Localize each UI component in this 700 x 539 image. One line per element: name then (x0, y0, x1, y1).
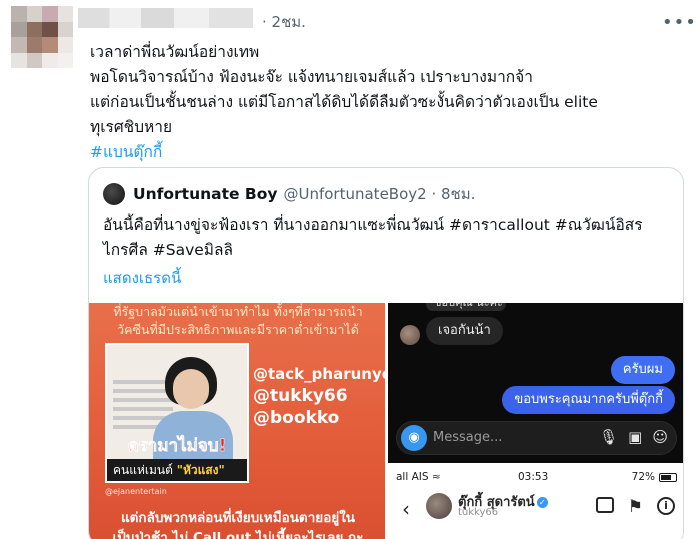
tweet-text-line: พอโดนวิจารณ์บ้าง ฟ้องนะจ๊ะ แจ้งทนายเจมส์… (90, 68, 533, 86)
quoted-text-line: อันนี้คือที่นางขู่จะฟ้องเรา ที่นางออกมาแ… (103, 216, 643, 234)
tweet-timestamp[interactable]: · 2ชม. (262, 10, 306, 34)
handle-text: @tack_pharunyoo (253, 365, 385, 383)
dm-composer-icons: 🎙 ▣ ☺ (599, 428, 668, 446)
comment-strip: คนแห่เมนต์ "หัวแสง" (107, 459, 247, 481)
media-image-right[interactable]: ขอบคุณ นะคะ เจอกันน้า ครับผม ขอบพระคุณมา… (388, 303, 683, 539)
verified-badge-icon: ✓ (536, 497, 548, 508)
drama-banner-text: ดรามาไม่จบ! (127, 436, 227, 457)
handle-text: @bookko (253, 408, 340, 428)
dm-sent-message: ครับผม (610, 356, 675, 384)
battery-indicator: 72% (632, 471, 677, 483)
instagram-profile-header: all AIS ≈ 03:53 72% ‹ ตุ๊กกี้ สุดารัตน์ ✓… (388, 465, 683, 539)
dm-screenshot: ขอบคุณ นะคะ เจอกันน้า ครับผม ขอบพระคุณมา… (388, 303, 683, 463)
tweet-text-line: เวลาด่าพี่ณวัฒน์อย่างเทพ (90, 43, 260, 61)
profile-avatar (426, 493, 452, 519)
image-caption-bottom: แต่กลับพวกหล่อนที่เงียบเหมือนตายอยู่ใน เ… (97, 508, 379, 539)
quoted-text-line: ไกรศีล #Saveมิลลิ (103, 241, 234, 259)
info-icon: i (657, 497, 675, 515)
comment-prefix: คนแห่เมนต์ (113, 463, 173, 477)
quoted-tweet-header: Unfortunate Boy @UnfortunateBoy2 · 8ชม. (103, 182, 475, 206)
tweet-text-line: ทุเรศชิบหาย (90, 118, 173, 136)
dm-sent-message: ขอบพระคุณมากครับพี่ตุ๊กกี้ (502, 386, 675, 414)
comment-highlight: "หัวแสง" (176, 463, 225, 477)
battery-text: 72% (631, 471, 655, 483)
battery-icon (659, 472, 677, 482)
quoted-user-name[interactable]: Unfortunate Boy (133, 185, 277, 203)
more-horizontal-icon[interactable]: ••• (662, 12, 697, 33)
dm-message-fragment: ขอบคุณ นะคะ (426, 303, 506, 311)
handle-text: @tukky66 (253, 386, 348, 406)
tweet-text-line: แต่ก่อนเป็นชั้นชนล่าง แต่มีโอกาสได้ดิบได… (90, 93, 598, 111)
status-clock: 03:53 (518, 471, 549, 483)
flag-icon: ⚑ (627, 497, 643, 517)
image-caption-line: ที่รัฐบาลมัวแต่นำเข้ามาทำไม ทั้งๆที่สามา… (113, 304, 363, 319)
blurred-display-name[interactable] (78, 8, 253, 28)
sticker-icon: ☺ (652, 428, 668, 446)
quoted-user-handle[interactable]: @UnfortunateBoy2 · 8ชม. (283, 182, 475, 206)
news-graphic: ดรามาไม่จบ! คนแห่เมนต์ "หัวแสง" (105, 343, 249, 483)
image-caption-top: ที่รัฐบาลมัวแต่นำเข้ามาทำไม ทั้งๆที่สามา… (97, 303, 379, 339)
dm-received-message: เจอกันน้า (426, 317, 503, 345)
image-credit: @ejanentertain (105, 487, 167, 496)
image-caption-line: แต่กลับพวกหล่อนที่เงียบเหมือนตายอยู่ใน (120, 510, 356, 526)
hashtag-link[interactable]: #แบนตุ๊กกี้ (90, 140, 690, 165)
phone-status-bar: all AIS ≈ 03:53 72% (396, 471, 677, 485)
handles-list: @tack_pharunyoo @tukky66 @bookko (253, 363, 385, 429)
image-caption-line: เป็นป่าช้า ไม่ Call out ไม่เหี้ยอะไรเลย … (112, 530, 364, 539)
quoted-tweet-text: อันนี้คือที่นางขู่จะฟ้องเรา ที่นางออกมาแ… (103, 213, 673, 263)
tweet-text: เวลาด่าพี่ณวัฒน์อย่างเทพ พอโดนวิจารณ์บ้า… (90, 40, 690, 165)
carrier-text: all AIS ≈ (396, 471, 441, 483)
microphone-icon: 🎙 (599, 428, 619, 446)
image-icon: ▣ (628, 428, 643, 446)
instagram-nav-bar: ‹ ตุ๊กกี้ สุดารัตน์ ✓ tukky66 ⚑ i (388, 489, 683, 529)
dm-message-placeholder: Message... (433, 430, 503, 445)
user-avatar[interactable] (11, 6, 73, 68)
dm-avatar (400, 325, 420, 345)
camera-icon: ◉ (401, 425, 427, 451)
quoted-tweet-card[interactable]: Unfortunate Boy @UnfortunateBoy2 · 8ชม. … (88, 167, 684, 539)
profile-actions: ⚑ i (595, 497, 675, 517)
image-caption-line: วัคซีนที่มีประสิทธิภาพและมีราคาต่ำเข้ามา… (117, 322, 359, 337)
media-image-left[interactable]: ที่รัฐบาลมัวแต่นำเข้ามาทำไม ทั้งๆที่สามา… (89, 303, 385, 539)
video-call-icon (595, 497, 614, 513)
show-thread-link[interactable]: แสดงเธรดนี้ (103, 266, 181, 290)
profile-handle: tukky66 (458, 507, 499, 518)
quoted-media-grid: ที่รัฐบาลมัวแต่นำเข้ามาทำไม ทั้งๆที่สามา… (89, 303, 683, 539)
quoted-user-avatar[interactable] (103, 183, 125, 205)
dm-composer: ◉ Message... 🎙 ▣ ☺ (396, 421, 677, 455)
back-arrow-icon: ‹ (402, 497, 410, 521)
